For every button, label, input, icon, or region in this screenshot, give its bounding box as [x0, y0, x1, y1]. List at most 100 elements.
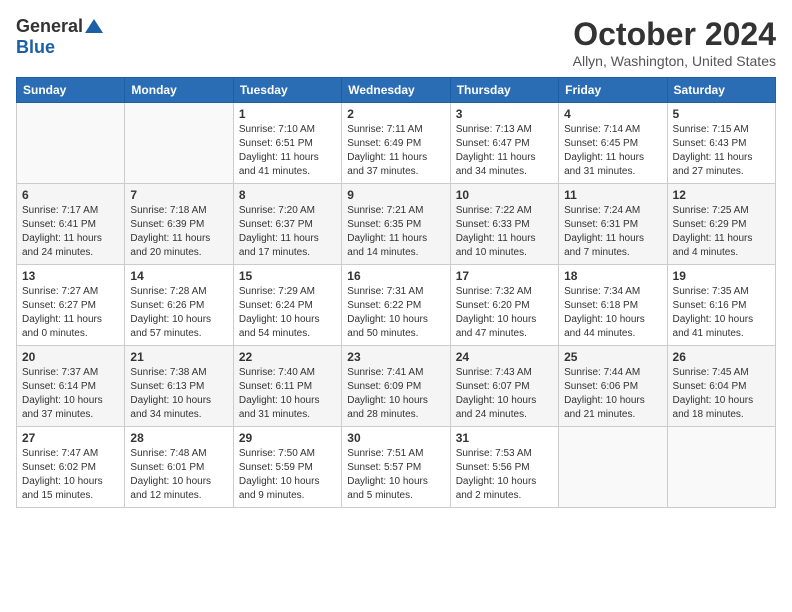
day-info: Sunrise: 7:21 AMSunset: 6:35 PMDaylight:… [347, 204, 444, 260]
calendar-cell: 7Sunrise: 7:18 AMSunset: 6:39 PMDaylight… [125, 184, 233, 265]
calendar-week-row: 6Sunrise: 7:17 AMSunset: 6:41 PMDaylight… [17, 184, 776, 265]
daylight-text: Daylight: 10 hours and 9 minutes. [239, 475, 336, 503]
daylight-text: Daylight: 10 hours and 37 minutes. [22, 394, 119, 422]
daylight-text: Daylight: 10 hours and 15 minutes. [22, 475, 119, 503]
sunrise-text: Sunrise: 7:31 AM [347, 285, 444, 299]
calendar-cell: 6Sunrise: 7:17 AMSunset: 6:41 PMDaylight… [17, 184, 125, 265]
sunrise-text: Sunrise: 7:14 AM [564, 123, 661, 137]
sunset-text: Sunset: 6:35 PM [347, 218, 444, 232]
daylight-text: Daylight: 10 hours and 47 minutes. [456, 313, 553, 341]
day-info: Sunrise: 7:25 AMSunset: 6:29 PMDaylight:… [673, 204, 770, 260]
day-number: 5 [673, 107, 770, 121]
day-info: Sunrise: 7:47 AMSunset: 6:02 PMDaylight:… [22, 447, 119, 503]
calendar-cell: 10 Sunrise: 7:22 AMSunset: 6:33 PMDayligh… [450, 184, 558, 265]
page-header: General Blue October 2024 Allyn, Washing… [16, 16, 776, 69]
day-info: Sunrise: 7:53 AMSunset: 5:56 PMDaylight:… [456, 447, 553, 503]
sunrise-text: Sunrise: 7:24 AM [564, 204, 661, 218]
daylight-text: Daylight: 11 hours and 31 minutes. [564, 151, 661, 179]
sunrise-text: Sunrise: 7:45 AM [673, 366, 770, 380]
daylight-text: Daylight: 10 hours and 31 minutes. [239, 394, 336, 422]
day-number: 18 [564, 269, 661, 283]
day-number: 22 [239, 350, 336, 364]
calendar-cell: 11Sunrise: 7:24 AMSunset: 6:31 PMDayligh… [559, 184, 667, 265]
day-number: 23 [347, 350, 444, 364]
day-info: Sunrise: 7:22 AMSunset: 6:33 PMDaylight:… [456, 204, 553, 260]
day-info: Sunrise: 7:18 AMSunset: 6:39 PMDaylight:… [130, 204, 227, 260]
calendar-cell: 31Sunrise: 7:53 AMSunset: 5:56 PMDayligh… [450, 427, 558, 508]
day-info: Sunrise: 7:38 AMSunset: 6:13 PMDaylight:… [130, 366, 227, 422]
day-info: Sunrise: 7:40 AMSunset: 6:11 PMDaylight:… [239, 366, 336, 422]
sunrise-text: Sunrise: 7:53 AM [456, 447, 553, 461]
day-number: 19 [673, 269, 770, 283]
daylight-text: Daylight: 11 hours and 24 minutes. [22, 232, 119, 260]
day-number: 20 [22, 350, 119, 364]
day-info: Sunrise: 7:24 AMSunset: 6:31 PMDaylight:… [564, 204, 661, 260]
day-info: Sunrise: 7:15 AMSunset: 6:43 PMDaylight:… [673, 123, 770, 179]
day-number: 1 [239, 107, 336, 121]
sunset-text: Sunset: 6:11 PM [239, 380, 336, 394]
sunset-text: Sunset: 5:56 PM [456, 461, 553, 475]
day-info: Sunrise: 7:11 AMSunset: 6:49 PMDaylight:… [347, 123, 444, 179]
day-number: 17 [456, 269, 553, 283]
calendar-cell [125, 103, 233, 184]
sunrise-text: Sunrise: 7:38 AM [130, 366, 227, 380]
day-info: Sunrise: 7:10 AMSunset: 6:51 PMDaylight:… [239, 123, 336, 179]
day-info: Sunrise: 7:35 AMSunset: 6:16 PMDaylight:… [673, 285, 770, 341]
daylight-text: Daylight: 10 hours and 18 minutes. [673, 394, 770, 422]
sunrise-text: Sunrise: 7:13 AM [456, 123, 553, 137]
day-info: Sunrise: 7:41 AMSunset: 6:09 PMDaylight:… [347, 366, 444, 422]
sunset-text: Sunset: 6:04 PM [673, 380, 770, 394]
sunset-text: Sunset: 6:39 PM [130, 218, 227, 232]
daylight-text: Daylight: 10 hours and 28 minutes. [347, 394, 444, 422]
day-number: 12 [673, 188, 770, 202]
day-number: 13 [22, 269, 119, 283]
sunrise-text: Sunrise: 7:29 AM [239, 285, 336, 299]
sunset-text: Sunset: 6:49 PM [347, 137, 444, 151]
sunset-text: Sunset: 6:51 PM [239, 137, 336, 151]
calendar-cell: 23 Sunrise: 7:41 AMSunset: 6:09 PMDayligh… [342, 346, 450, 427]
sunrise-text: Sunrise: 7:34 AM [564, 285, 661, 299]
location: Allyn, Washington, United States [573, 53, 776, 69]
daylight-text: Daylight: 11 hours and 0 minutes. [22, 313, 119, 341]
calendar-cell: 27Sunrise: 7:47 AMSunset: 6:02 PMDayligh… [17, 427, 125, 508]
calendar-cell: 12 Sunrise: 7:25 AMSunset: 6:29 PMDayligh… [667, 184, 775, 265]
daylight-text: Daylight: 10 hours and 2 minutes. [456, 475, 553, 503]
sunrise-text: Sunrise: 7:10 AM [239, 123, 336, 137]
daylight-text: Daylight: 11 hours and 34 minutes. [456, 151, 553, 179]
sunset-text: Sunset: 6:26 PM [130, 299, 227, 313]
sunrise-text: Sunrise: 7:41 AM [347, 366, 444, 380]
calendar-cell: 26Sunrise: 7:45 AMSunset: 6:04 PMDayligh… [667, 346, 775, 427]
day-number: 10 [456, 188, 553, 202]
day-number: 28 [130, 431, 227, 445]
day-info: Sunrise: 7:37 AMSunset: 6:14 PMDaylight:… [22, 366, 119, 422]
calendar: SundayMondayTuesdayWednesdayThursdayFrid… [16, 77, 776, 508]
logo-icon [85, 17, 103, 35]
day-info: Sunrise: 7:27 AMSunset: 6:27 PMDaylight:… [22, 285, 119, 341]
sunset-text: Sunset: 6:02 PM [22, 461, 119, 475]
calendar-cell: 9Sunrise: 7:21 AMSunset: 6:35 PMDaylight… [342, 184, 450, 265]
sunrise-text: Sunrise: 7:48 AM [130, 447, 227, 461]
sunrise-text: Sunrise: 7:17 AM [22, 204, 119, 218]
calendar-cell: 8Sunrise: 7:20 AMSunset: 6:37 PMDaylight… [233, 184, 341, 265]
daylight-text: Daylight: 11 hours and 10 minutes. [456, 232, 553, 260]
daylight-text: Daylight: 10 hours and 41 minutes. [673, 313, 770, 341]
daylight-text: Daylight: 10 hours and 57 minutes. [130, 313, 227, 341]
title-block: October 2024 Allyn, Washington, United S… [573, 16, 776, 69]
sunset-text: Sunset: 6:33 PM [456, 218, 553, 232]
sunset-text: Sunset: 6:22 PM [347, 299, 444, 313]
daylight-text: Daylight: 10 hours and 34 minutes. [130, 394, 227, 422]
calendar-cell: 2Sunrise: 7:11 AMSunset: 6:49 PMDaylight… [342, 103, 450, 184]
day-info: Sunrise: 7:31 AMSunset: 6:22 PMDaylight:… [347, 285, 444, 341]
sunrise-text: Sunrise: 7:18 AM [130, 204, 227, 218]
weekday-header: Monday [125, 78, 233, 103]
sunrise-text: Sunrise: 7:37 AM [22, 366, 119, 380]
weekday-header: Thursday [450, 78, 558, 103]
day-info: Sunrise: 7:14 AMSunset: 6:45 PMDaylight:… [564, 123, 661, 179]
daylight-text: Daylight: 10 hours and 54 minutes. [239, 313, 336, 341]
calendar-week-row: 1Sunrise: 7:10 AMSunset: 6:51 PMDaylight… [17, 103, 776, 184]
sunset-text: Sunset: 6:24 PM [239, 299, 336, 313]
calendar-cell: 14Sunrise: 7:28 AMSunset: 6:26 PMDayligh… [125, 265, 233, 346]
daylight-text: Daylight: 10 hours and 44 minutes. [564, 313, 661, 341]
logo: General Blue [16, 16, 103, 58]
calendar-cell: 3Sunrise: 7:13 AMSunset: 6:47 PMDaylight… [450, 103, 558, 184]
